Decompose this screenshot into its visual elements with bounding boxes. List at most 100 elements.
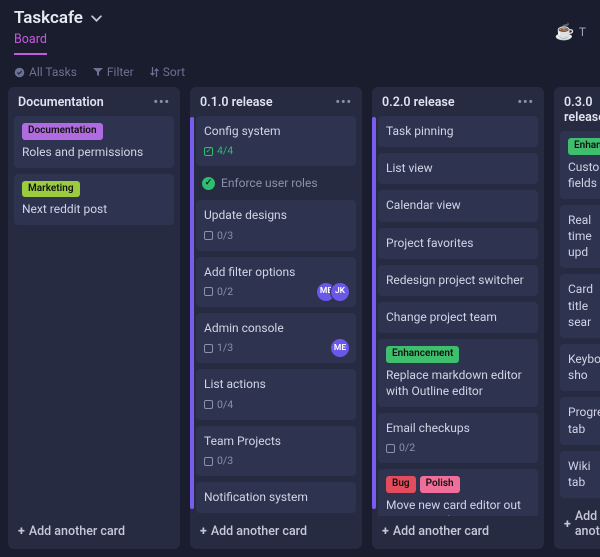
add-card-button[interactable]: + Add anoth xyxy=(554,501,600,549)
card[interactable]: MarketingNext reddit post xyxy=(14,174,174,226)
column-documentation: Documentation ••• Documentation Roles and p… xyxy=(8,87,180,549)
add-card-button[interactable]: +Add another card xyxy=(8,516,180,549)
card-title: Notification system xyxy=(204,489,348,505)
card[interactable]: Project favorites xyxy=(378,228,538,259)
card-checklist-meta: 0/3 xyxy=(204,454,348,468)
app-logo: ☕ T xyxy=(555,22,586,41)
card[interactable]: EnhancementCustom fields xyxy=(560,131,600,199)
card[interactable]: Update designs 0/3 xyxy=(196,200,356,250)
card[interactable]: Team Projects0/3 xyxy=(196,426,356,476)
scroll-indicator xyxy=(190,117,194,509)
card[interactable]: List view xyxy=(378,153,538,184)
card[interactable]: Task pinning xyxy=(378,116,538,147)
column-0.3.0-release: 0.3.0 release EnhancementCustom fields Rea… xyxy=(554,87,600,549)
column-header: 0.1.0 release ••• xyxy=(190,87,362,116)
checklist-count: 1/3 xyxy=(217,341,233,355)
project-title[interactable]: Taskcafe xyxy=(14,8,102,28)
card[interactable]: Change project team xyxy=(378,302,538,333)
plus-icon: + xyxy=(200,524,207,539)
checklist-icon xyxy=(204,287,213,296)
column-title[interactable]: 0.1.0 release xyxy=(200,95,273,110)
checklist-count: 0/3 xyxy=(217,229,233,243)
column-menu-icon[interactable]: ••• xyxy=(518,95,534,110)
card-title: Add filter options xyxy=(204,264,348,280)
card-title: Task pinning xyxy=(386,123,530,139)
add-card-button[interactable]: +Add another card xyxy=(190,516,362,549)
checklist-icon xyxy=(204,457,213,466)
card[interactable]: Config system4/4 xyxy=(196,116,356,166)
card-title: Roles and permissions xyxy=(22,144,166,160)
card[interactable]: Keyboard sho xyxy=(560,344,600,391)
card[interactable]: Add filter options 0/2 MEJK xyxy=(196,257,356,307)
card[interactable]: Real time upd xyxy=(560,205,600,269)
card[interactable]: Calendar view xyxy=(378,190,538,221)
card-labels: Marketing xyxy=(22,181,166,198)
filter-button[interactable]: Filter xyxy=(93,65,134,79)
card-assignees: MEJK xyxy=(316,282,350,302)
card[interactable]: Progress tab xyxy=(560,397,600,444)
card-list: EnhancementCustom fields Real time upd Car… xyxy=(554,131,600,501)
column-header: Documentation ••• xyxy=(8,87,180,116)
column-menu-icon[interactable]: ••• xyxy=(154,95,170,110)
column-title[interactable]: 0.2.0 release xyxy=(382,95,455,110)
avatar[interactable]: ME xyxy=(330,338,350,358)
column-header: 0.2.0 release ••• xyxy=(372,87,544,116)
card[interactable]: Card title sear xyxy=(560,274,600,338)
card[interactable]: Wiki tab xyxy=(560,451,600,498)
card-title: Change project team xyxy=(386,309,530,325)
card-title: Wiki tab xyxy=(568,458,600,490)
board-toolbar: All Tasks Filter Sort xyxy=(0,55,600,87)
tab-board[interactable]: Board xyxy=(14,30,47,55)
all-tasks-label: All Tasks xyxy=(29,65,77,79)
card[interactable]: BugPolishMove new card editor out of car… xyxy=(378,469,538,516)
label-polish: Polish xyxy=(420,476,460,493)
sort-button[interactable]: Sort xyxy=(150,65,185,79)
card-title: List view xyxy=(386,160,530,176)
card[interactable]: Redesign project switcher xyxy=(378,265,538,296)
card-title: Enforce user roles xyxy=(221,176,318,190)
filter-label: Filter xyxy=(107,65,134,79)
add-card-label: Add anoth xyxy=(575,509,600,539)
card[interactable]: List actions0/4 xyxy=(196,369,356,419)
all-tasks-filter[interactable]: All Tasks xyxy=(14,65,77,79)
card[interactable]: Admin console1/3ME xyxy=(196,313,356,363)
label-enhancement: Enhancement xyxy=(386,346,459,363)
column-title[interactable]: 0.3.0 release xyxy=(564,95,600,125)
checklist-count: 0/2 xyxy=(217,285,233,299)
card[interactable]: Documentation Roles and permissions xyxy=(14,116,174,168)
sort-label: Sort xyxy=(163,65,185,79)
check-circle-icon xyxy=(14,67,25,78)
card-title: Move new card editor out of card list ( … xyxy=(386,497,530,516)
card-checklist-meta: 0/3 xyxy=(204,229,348,243)
column-menu-icon[interactable]: ••• xyxy=(336,95,352,110)
checklist-count: 0/3 xyxy=(217,454,233,468)
card[interactable]: Notification system xyxy=(196,482,356,513)
card-labels: Enhancement xyxy=(386,346,530,363)
chevron-down-icon xyxy=(91,9,102,29)
card-list: Documentation Roles and permissions Market… xyxy=(8,116,180,516)
card-title: Keyboard sho xyxy=(568,351,600,383)
checklist-icon xyxy=(204,400,213,409)
plus-icon: + xyxy=(564,517,571,532)
card[interactable]: Email checkups0/2 xyxy=(378,413,538,463)
scroll-indicator xyxy=(372,117,376,509)
column-header: 0.3.0 release xyxy=(554,87,600,131)
card[interactable]: EnhancementReplace markdown editor with … xyxy=(378,339,538,407)
card-title: Project favorites xyxy=(386,235,530,251)
avatar[interactable]: JK xyxy=(330,282,350,302)
add-card-label: Add another card xyxy=(29,524,125,539)
board-columns: Documentation ••• Documentation Roles and p… xyxy=(0,87,600,557)
card-labels: Enhancement xyxy=(568,138,600,155)
checklist-icon xyxy=(204,344,213,353)
check-circle-icon: ✓ xyxy=(202,177,215,190)
card-labels: Documentation xyxy=(22,123,166,140)
completed-card[interactable]: ✓ Enforce user roles xyxy=(196,172,356,194)
card-checklist-meta: 0/4 xyxy=(204,398,348,412)
card-list: Config system4/4 ✓ Enforce user roles Updat… xyxy=(190,116,362,516)
checklist-icon xyxy=(386,444,395,453)
card-title: Redesign project switcher xyxy=(386,272,530,288)
card-title: Card title sear xyxy=(568,281,600,330)
column-title[interactable]: Documentation xyxy=(18,95,104,110)
card-title: Update designs xyxy=(204,207,348,223)
add-card-button[interactable]: +Add another card xyxy=(372,516,544,549)
